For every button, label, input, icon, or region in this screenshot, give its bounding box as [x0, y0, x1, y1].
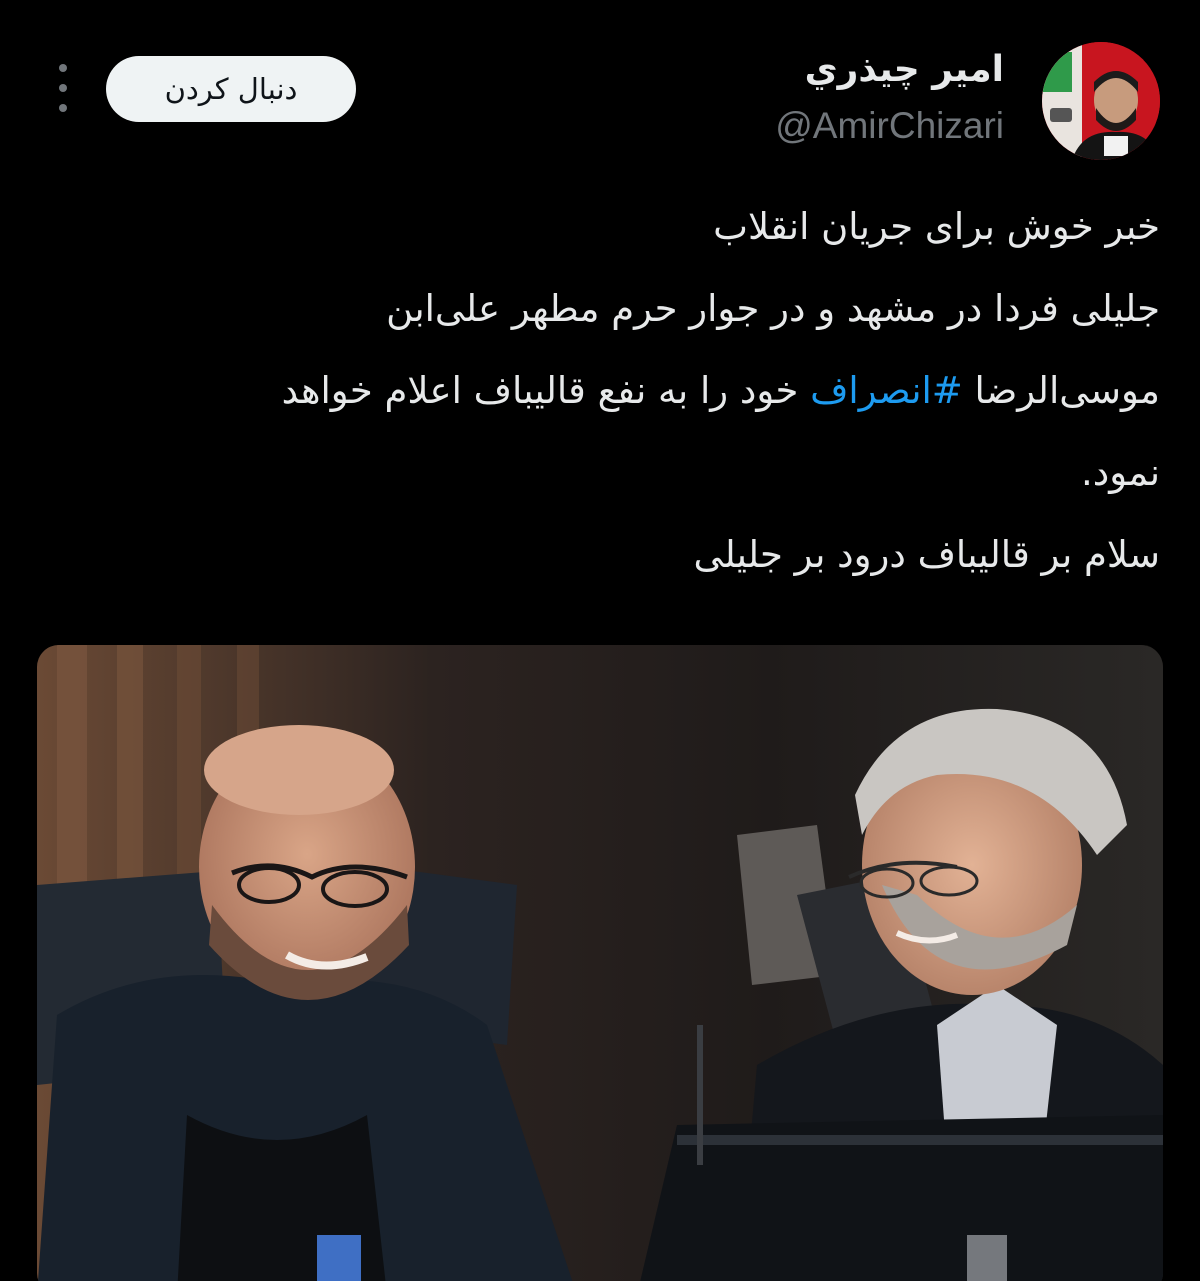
tweet-text: خبر خوش برای جریان انقلاب جلیلی فردا در …: [40, 186, 1160, 596]
follow-button[interactable]: دنبال کردن: [106, 56, 356, 122]
tweet-text-segment: موسی‌الرضا: [962, 369, 1160, 412]
user-handle[interactable]: @AmirChizari: [775, 104, 1004, 148]
tweet-line: نمود.: [1080, 451, 1160, 494]
user-info: امير چيذري @AmirChizari: [775, 44, 1004, 148]
hashtag-link[interactable]: #انصراف: [810, 369, 963, 412]
more-vertical-icon[interactable]: [52, 64, 74, 112]
more-dot: [59, 104, 67, 112]
tweet-page: امير چيذري @AmirChizari دنبال کردن خبر خ…: [0, 0, 1200, 1281]
more-dot: [59, 64, 67, 72]
tweet-line: خبر خوش برای جریان انقلاب: [713, 205, 1160, 248]
avatar[interactable]: [1042, 42, 1160, 160]
display-name[interactable]: امير چيذري: [775, 44, 1004, 96]
more-dot: [59, 84, 67, 92]
avatar-photo: [1042, 42, 1160, 160]
tweet-text-segment: خود را به نفع قالیباف اعلام خواهد: [281, 369, 811, 412]
tweet-line: موسی‌الرضا #انصراف خود را به نفع قالیباف…: [40, 350, 1160, 432]
tweet-line: سلام بر قالیباف درود بر جلیلی: [693, 533, 1160, 576]
photo-two-men-smiling: [37, 645, 1163, 1281]
tweet-line: جلیلی فردا در مشهد و در جوار حرم مطهر عل…: [386, 287, 1160, 330]
tweet-media-photo[interactable]: [37, 645, 1163, 1281]
